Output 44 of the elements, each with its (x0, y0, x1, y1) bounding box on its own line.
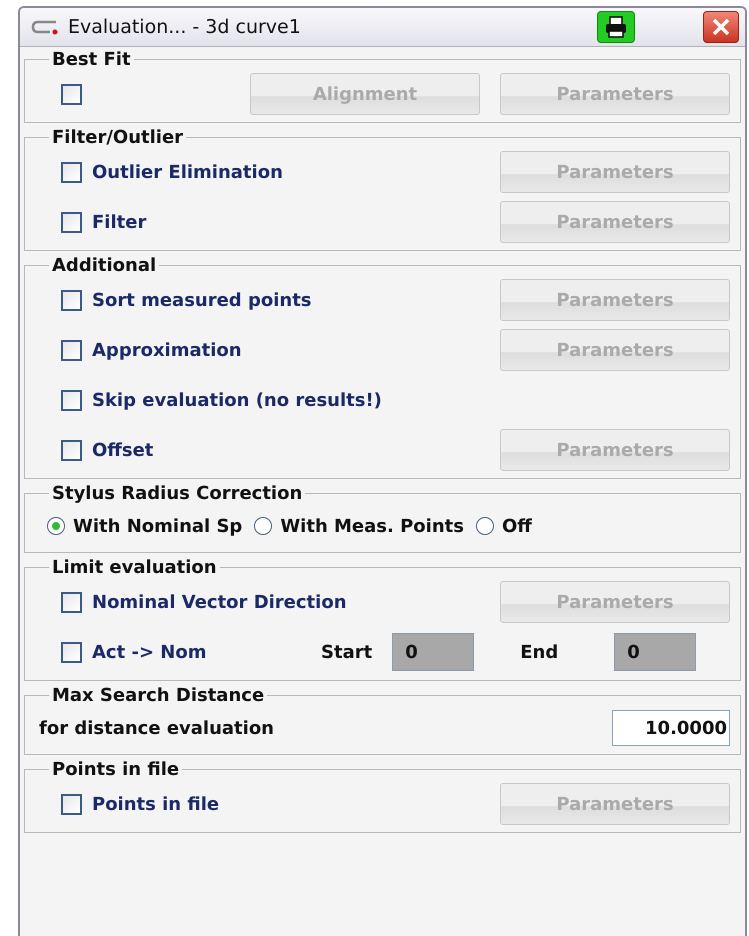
option-label: Nominal Vector Direction (92, 592, 347, 612)
print-button[interactable] (597, 11, 635, 43)
radio-label: With Meas. Points (280, 516, 464, 536)
checkbox[interactable] (61, 440, 82, 460)
checkbox[interactable] (61, 212, 82, 232)
start-field[interactable]: 0 (392, 633, 474, 671)
checkbox[interactable] (61, 592, 82, 612)
option-label: Act -> Nom (92, 642, 206, 662)
option-label: Skip evaluation (no results!) (92, 390, 382, 410)
group-title: Filter/Outlier (51, 127, 184, 148)
radio-button[interactable] (47, 517, 65, 535)
option-label: Outlier Elimination (92, 162, 283, 182)
checkbox[interactable] (61, 642, 82, 662)
radio-button[interactable] (476, 517, 494, 535)
radio-label: With Nominal Sp (73, 516, 242, 536)
checkbox[interactable] (61, 794, 82, 814)
radio-button[interactable] (254, 517, 272, 535)
group-title: Best Fit (51, 49, 132, 70)
option-label: Points in file (92, 794, 220, 814)
group-title: Max Search Distance (51, 685, 266, 706)
curve-icon (30, 19, 60, 35)
option-label: Filter (92, 212, 146, 232)
checkbox[interactable] (61, 290, 82, 310)
field-label: for distance evaluation (39, 718, 274, 738)
option-label: Approximation (92, 340, 242, 360)
checkbox[interactable] (61, 84, 82, 104)
checkbox[interactable] (61, 390, 82, 410)
checkbox[interactable] (61, 162, 82, 182)
option-label: Offset (92, 440, 154, 460)
radio-label: Off (502, 516, 532, 536)
distance-field[interactable]: 10.0000 (612, 710, 730, 746)
checkbox[interactable] (61, 340, 82, 360)
window-title: Evaluation... - 3d curve1 (68, 16, 302, 38)
close-icon (711, 17, 731, 37)
group-title: Stylus Radius Correction (51, 483, 304, 504)
group-title: Limit evaluation (51, 557, 218, 578)
group-title: Additional (51, 255, 158, 276)
group-title: Points in file (51, 759, 180, 780)
end-label: End (520, 642, 558, 662)
end-field[interactable]: 0 (614, 633, 696, 671)
printer-icon (604, 16, 628, 38)
option-label: Sort measured points (92, 290, 312, 310)
close-button[interactable] (703, 11, 739, 43)
start-label: Start (321, 642, 372, 662)
